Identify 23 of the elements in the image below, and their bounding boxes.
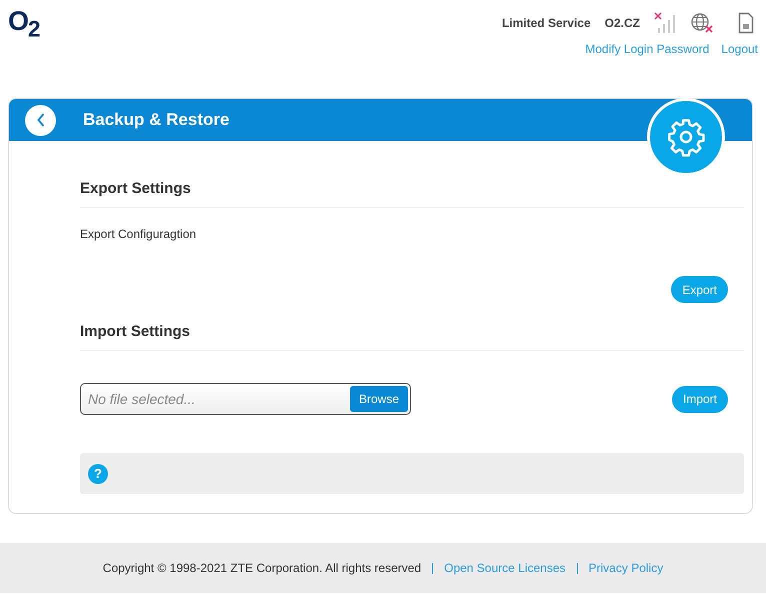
network-name: O2.CZ [604,16,640,30]
section-heading: Import Settings [80,319,744,351]
globe-icon [690,12,714,34]
header-link[interactable]: Logout [721,42,758,56]
browse-button[interactable]: Browse [350,386,408,412]
import-button[interactable]: Import [672,386,728,412]
section-heading: Export Settings [80,141,744,208]
help-icon[interactable]: ? [88,464,108,484]
chevron-left-icon [36,113,44,127]
copyright-text: Copyright © 1998-2021 ZTE Corporation. All rights reserved [102,561,422,575]
footer-link[interactable]: Privacy Policy [588,561,664,575]
no-signal-icon [654,12,676,34]
header-link[interactable]: Modify Login Password [585,42,710,56]
sim-card-icon [738,12,754,34]
footer-link[interactable]: Open Source Licenses [444,561,566,575]
logo: O$_{2}$ [8,6,40,44]
back-button[interactable] [25,104,56,136]
settings-icon [666,117,706,157]
service-status: Limited Service [502,16,591,30]
panel-title: Backup & Restore [83,110,230,130]
export-button[interactable]: Export [671,276,728,303]
file-field[interactable]: No file selected... Browse [80,383,411,415]
export-label: Export Configuragtion [80,227,198,241]
